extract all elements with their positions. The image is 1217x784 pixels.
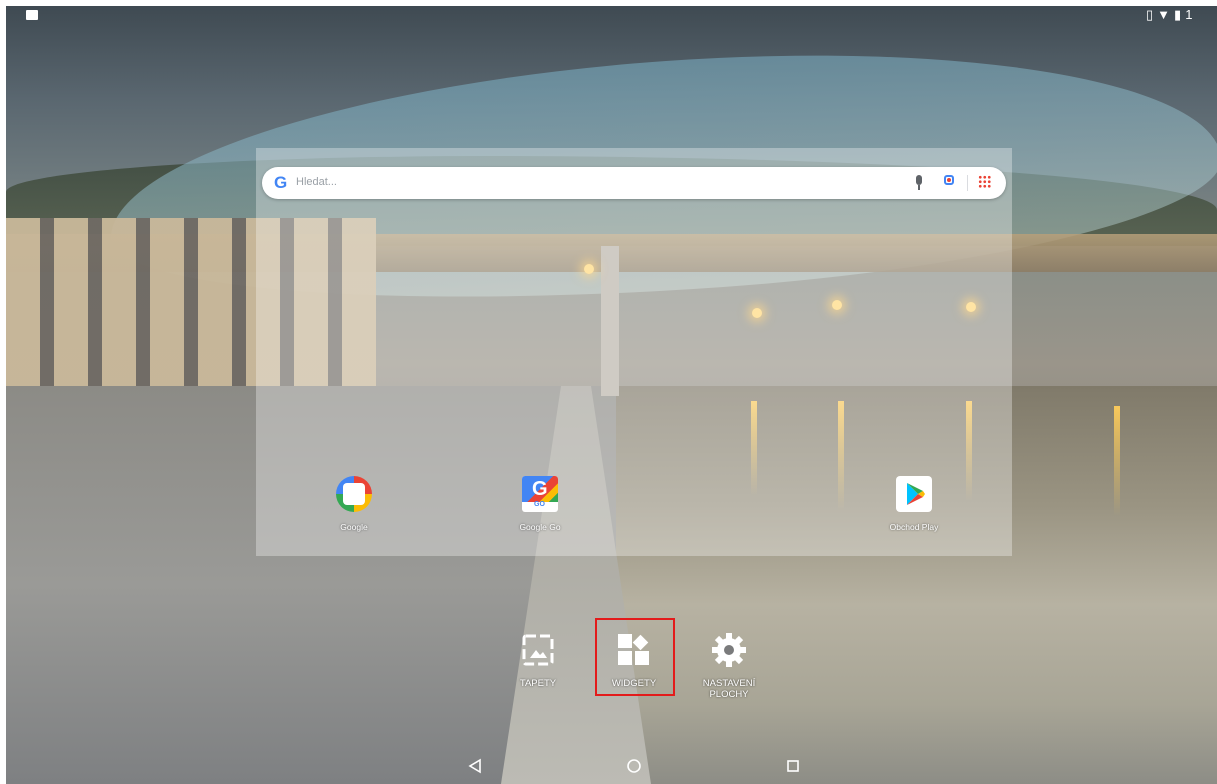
option-label: NASTAVENÍ PLOCHY [702,678,756,700]
app-label: Google [340,522,368,532]
wallpapers-option[interactable]: TAPETY [495,630,581,689]
play-store-icon [896,476,932,512]
app-google-go[interactable]: G GO Google Go [495,476,585,532]
home-settings-option[interactable]: NASTAVENÍ PLOCHY [686,630,772,700]
home-icon[interactable] [626,758,642,774]
apps-grid-icon[interactable] [978,175,991,188]
app-label: Obchod Play [889,522,939,532]
search-divider [967,175,968,191]
back-icon[interactable] [468,758,482,774]
mic-icon[interactable] [916,175,922,185]
wifi-icon: ▼ [1157,7,1175,22]
wallpaper-reflection [1114,406,1120,516]
recents-icon[interactable] [786,758,800,774]
option-label: TAPETY [519,678,557,689]
google-logo-icon: G [274,173,288,192]
gear-icon [709,630,749,670]
battery-icon: ▮ [1174,7,1186,22]
status-icons: ▯▼▮1 [1146,7,1196,23]
google-app-icon [336,476,372,512]
google-go-icon: G GO [522,476,558,512]
app-google[interactable]: Google [309,476,399,532]
selection-highlight [595,618,675,696]
app-play-store[interactable]: Obchod Play [869,476,959,532]
wallpaper-icon [518,630,558,670]
search-bar[interactable]: G Hledat... [262,167,1006,199]
image-icon [26,10,38,20]
status-text: 1 [1185,7,1197,22]
vibrate-icon: ▯ [1146,7,1158,22]
app-label: Google Go [519,522,561,532]
search-input[interactable]: Hledat... [296,176,337,188]
